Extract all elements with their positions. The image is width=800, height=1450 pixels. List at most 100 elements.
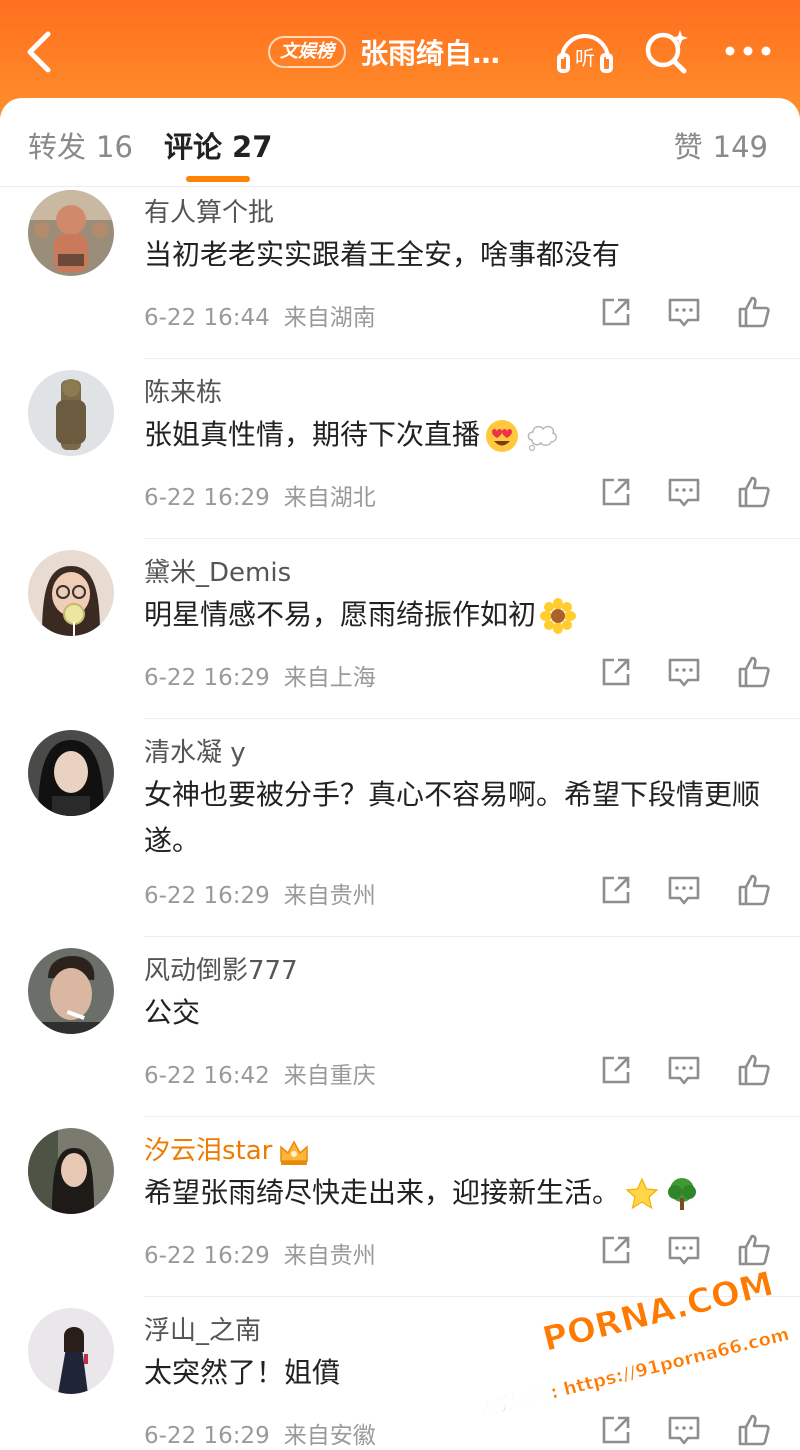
tab-reposts[interactable]: 转发 16 [28, 124, 133, 166]
avatar[interactable] [28, 948, 114, 1034]
timestamp: 6-22 16:42 [144, 1063, 270, 1089]
tab-likes[interactable]: 赞 149 [674, 124, 768, 166]
share-icon[interactable] [598, 872, 634, 908]
avatar[interactable] [28, 730, 114, 816]
comment-item: 浮山_之南 太突然了！姐僨 6-22 16:29 来自安徽 [0, 1304, 800, 1449]
back-arrow-icon[interactable] [20, 28, 60, 76]
tab-comments-label: 评论 [164, 130, 223, 164]
username[interactable]: 清水凝 y [144, 732, 246, 769]
timestamp: 6-22 16:29 [144, 665, 270, 691]
divider [144, 1116, 800, 1117]
tab-likes-label: 赞 [673, 130, 703, 164]
share-icon[interactable] [598, 654, 634, 690]
location: 来自贵州 [283, 1243, 376, 1269]
comment-text: 女神也要被分手？真心不容易啊。希望下段情更顺遂。 [144, 778, 761, 857]
page-title: 张雨绮自… [360, 37, 501, 70]
ranking-badge[interactable]: 文娱榜 [268, 36, 346, 68]
avatar[interactable] [28, 370, 114, 456]
timestamp: 6-22 16:29 [144, 485, 270, 511]
listen-label: 听 [575, 46, 595, 70]
avatar[interactable] [28, 190, 114, 276]
comment-meta: 6-22 16:29 来自贵州 [144, 876, 376, 910]
reply-icon[interactable] [666, 872, 702, 908]
comment-item: 有人算个批 当初老老实实跟着王全安，啥事都没有 6-22 16:44 来自湖南 [0, 186, 800, 366]
comment-item: 清水凝 y 女神也要被分手？真心不容易啊。希望下段情更顺遂。 6-22 16:2… [0, 726, 800, 942]
comment-meta: 6-22 16:29 来自上海 [144, 658, 376, 692]
share-icon[interactable] [598, 1052, 634, 1088]
username[interactable]: 浮山_之南 [144, 1310, 261, 1347]
username[interactable]: 黛米_Demis [144, 552, 291, 589]
comment-text-body: 明星情感不易，愿雨绮振作如初 [144, 598, 537, 631]
comment-text-body: 希望张雨绮尽快走出来，迎接新生活。 [144, 1176, 621, 1209]
username-text: 汐云泪star [144, 1136, 273, 1166]
like-thumb-icon[interactable] [736, 1232, 772, 1268]
star-emoji-icon [625, 1177, 659, 1210]
share-icon[interactable] [598, 474, 634, 510]
divider [144, 358, 800, 359]
comment-meta: 6-22 16:44 来自湖南 [144, 298, 376, 332]
tab-comments[interactable]: 评论 27 [164, 124, 272, 166]
comment-item: 汐云泪star 希望张雨绮尽快走出来，迎接新生活。 6-22 16:29 来自贵州 [0, 1124, 800, 1304]
comment-text-body: 张姐真性情，期待下次直播 [144, 418, 481, 451]
avatar[interactable] [28, 1308, 114, 1394]
page-title-group: 文娱榜 张雨绮自… [268, 28, 500, 76]
search-sparkle-icon[interactable] [640, 26, 692, 76]
username[interactable]: 风动倒影777 [144, 950, 298, 987]
comment-text: 当初老老实实跟着王全安，啥事都没有 [144, 238, 621, 271]
avatar[interactable] [28, 1128, 114, 1214]
share-icon[interactable] [598, 1232, 634, 1268]
tab-likes-count: 149 [712, 130, 768, 164]
username[interactable]: 陈来栋 [144, 372, 222, 409]
reply-icon[interactable] [666, 1052, 702, 1088]
comment-meta: 6-22 16:29 来自安徽 [144, 1416, 376, 1450]
share-icon[interactable] [598, 294, 634, 330]
like-thumb-icon[interactable] [736, 1052, 772, 1088]
tab-reposts-count: 16 [96, 130, 133, 164]
active-tab-indicator [186, 176, 250, 182]
tree-emoji-icon [668, 1178, 697, 1210]
comment-text: 公交 [144, 996, 201, 1029]
location: 来自重庆 [283, 1063, 376, 1089]
divider [144, 718, 800, 719]
timestamp: 6-22 16:44 [144, 305, 270, 331]
divider [144, 538, 800, 539]
comment-meta: 6-22 16:29 来自湖北 [144, 478, 376, 512]
comments-panel: 转发 16 评论 27 赞 149 有人算个批 当初老老实实跟着王全安，啥事都没有 6… [0, 98, 800, 1449]
username[interactable]: 汐云泪star [144, 1130, 310, 1167]
timestamp: 6-22 16:29 [144, 1243, 270, 1269]
like-thumb-icon[interactable] [736, 474, 772, 510]
comment-item: 陈来栋 张姐真性情，期待下次直播 6-22 16:29 来自湖北 [0, 366, 800, 546]
username[interactable]: 有人算个批 [144, 192, 274, 229]
reply-icon[interactable] [666, 474, 702, 510]
comment-meta: 6-22 16:42 来自重庆 [144, 1056, 376, 1090]
thought-bubble-emoji-icon [527, 425, 557, 452]
comment-item: 黛米_Demis 明星情感不易，愿雨绮振作如初 6-22 16:29 来自上海 [0, 546, 800, 726]
tab-reposts-label: 转发 [28, 130, 87, 164]
avatar[interactable] [28, 550, 114, 636]
location: 来自上海 [283, 665, 376, 691]
listen-headphones-icon[interactable]: 听 [556, 25, 614, 77]
comment-item: 风动倒影777 公交 6-22 16:42 来自重庆 [0, 944, 800, 1124]
tab-bar: 转发 16 评论 27 赞 149 [0, 98, 800, 187]
like-thumb-icon[interactable] [736, 872, 772, 908]
like-thumb-icon[interactable] [736, 654, 772, 690]
share-icon[interactable] [598, 1412, 634, 1448]
location: 来自湖南 [283, 305, 376, 331]
reply-icon[interactable] [666, 1412, 702, 1448]
tab-comments-count: 27 [232, 130, 273, 164]
vip-crown-icon [280, 1139, 309, 1165]
like-thumb-icon[interactable] [736, 294, 772, 330]
reply-icon[interactable] [666, 654, 702, 690]
comment-text: 太突然了！姐僨 [144, 1356, 341, 1389]
location: 来自湖北 [283, 485, 376, 511]
more-options-icon[interactable] [722, 26, 774, 76]
reply-icon[interactable] [666, 294, 702, 330]
comment-text: 明星情感不易，愿雨绮振作如初 [144, 592, 764, 638]
reply-icon[interactable] [666, 1232, 702, 1268]
comment-meta: 6-22 16:29 来自贵州 [144, 1236, 376, 1270]
comment-text: 张姐真性情，期待下次直播 [144, 412, 764, 458]
divider [144, 1296, 800, 1297]
comment-text: 希望张雨绮尽快走出来，迎接新生活。 [144, 1170, 764, 1216]
like-thumb-icon[interactable] [736, 1412, 772, 1448]
location: 来自贵州 [283, 883, 376, 909]
